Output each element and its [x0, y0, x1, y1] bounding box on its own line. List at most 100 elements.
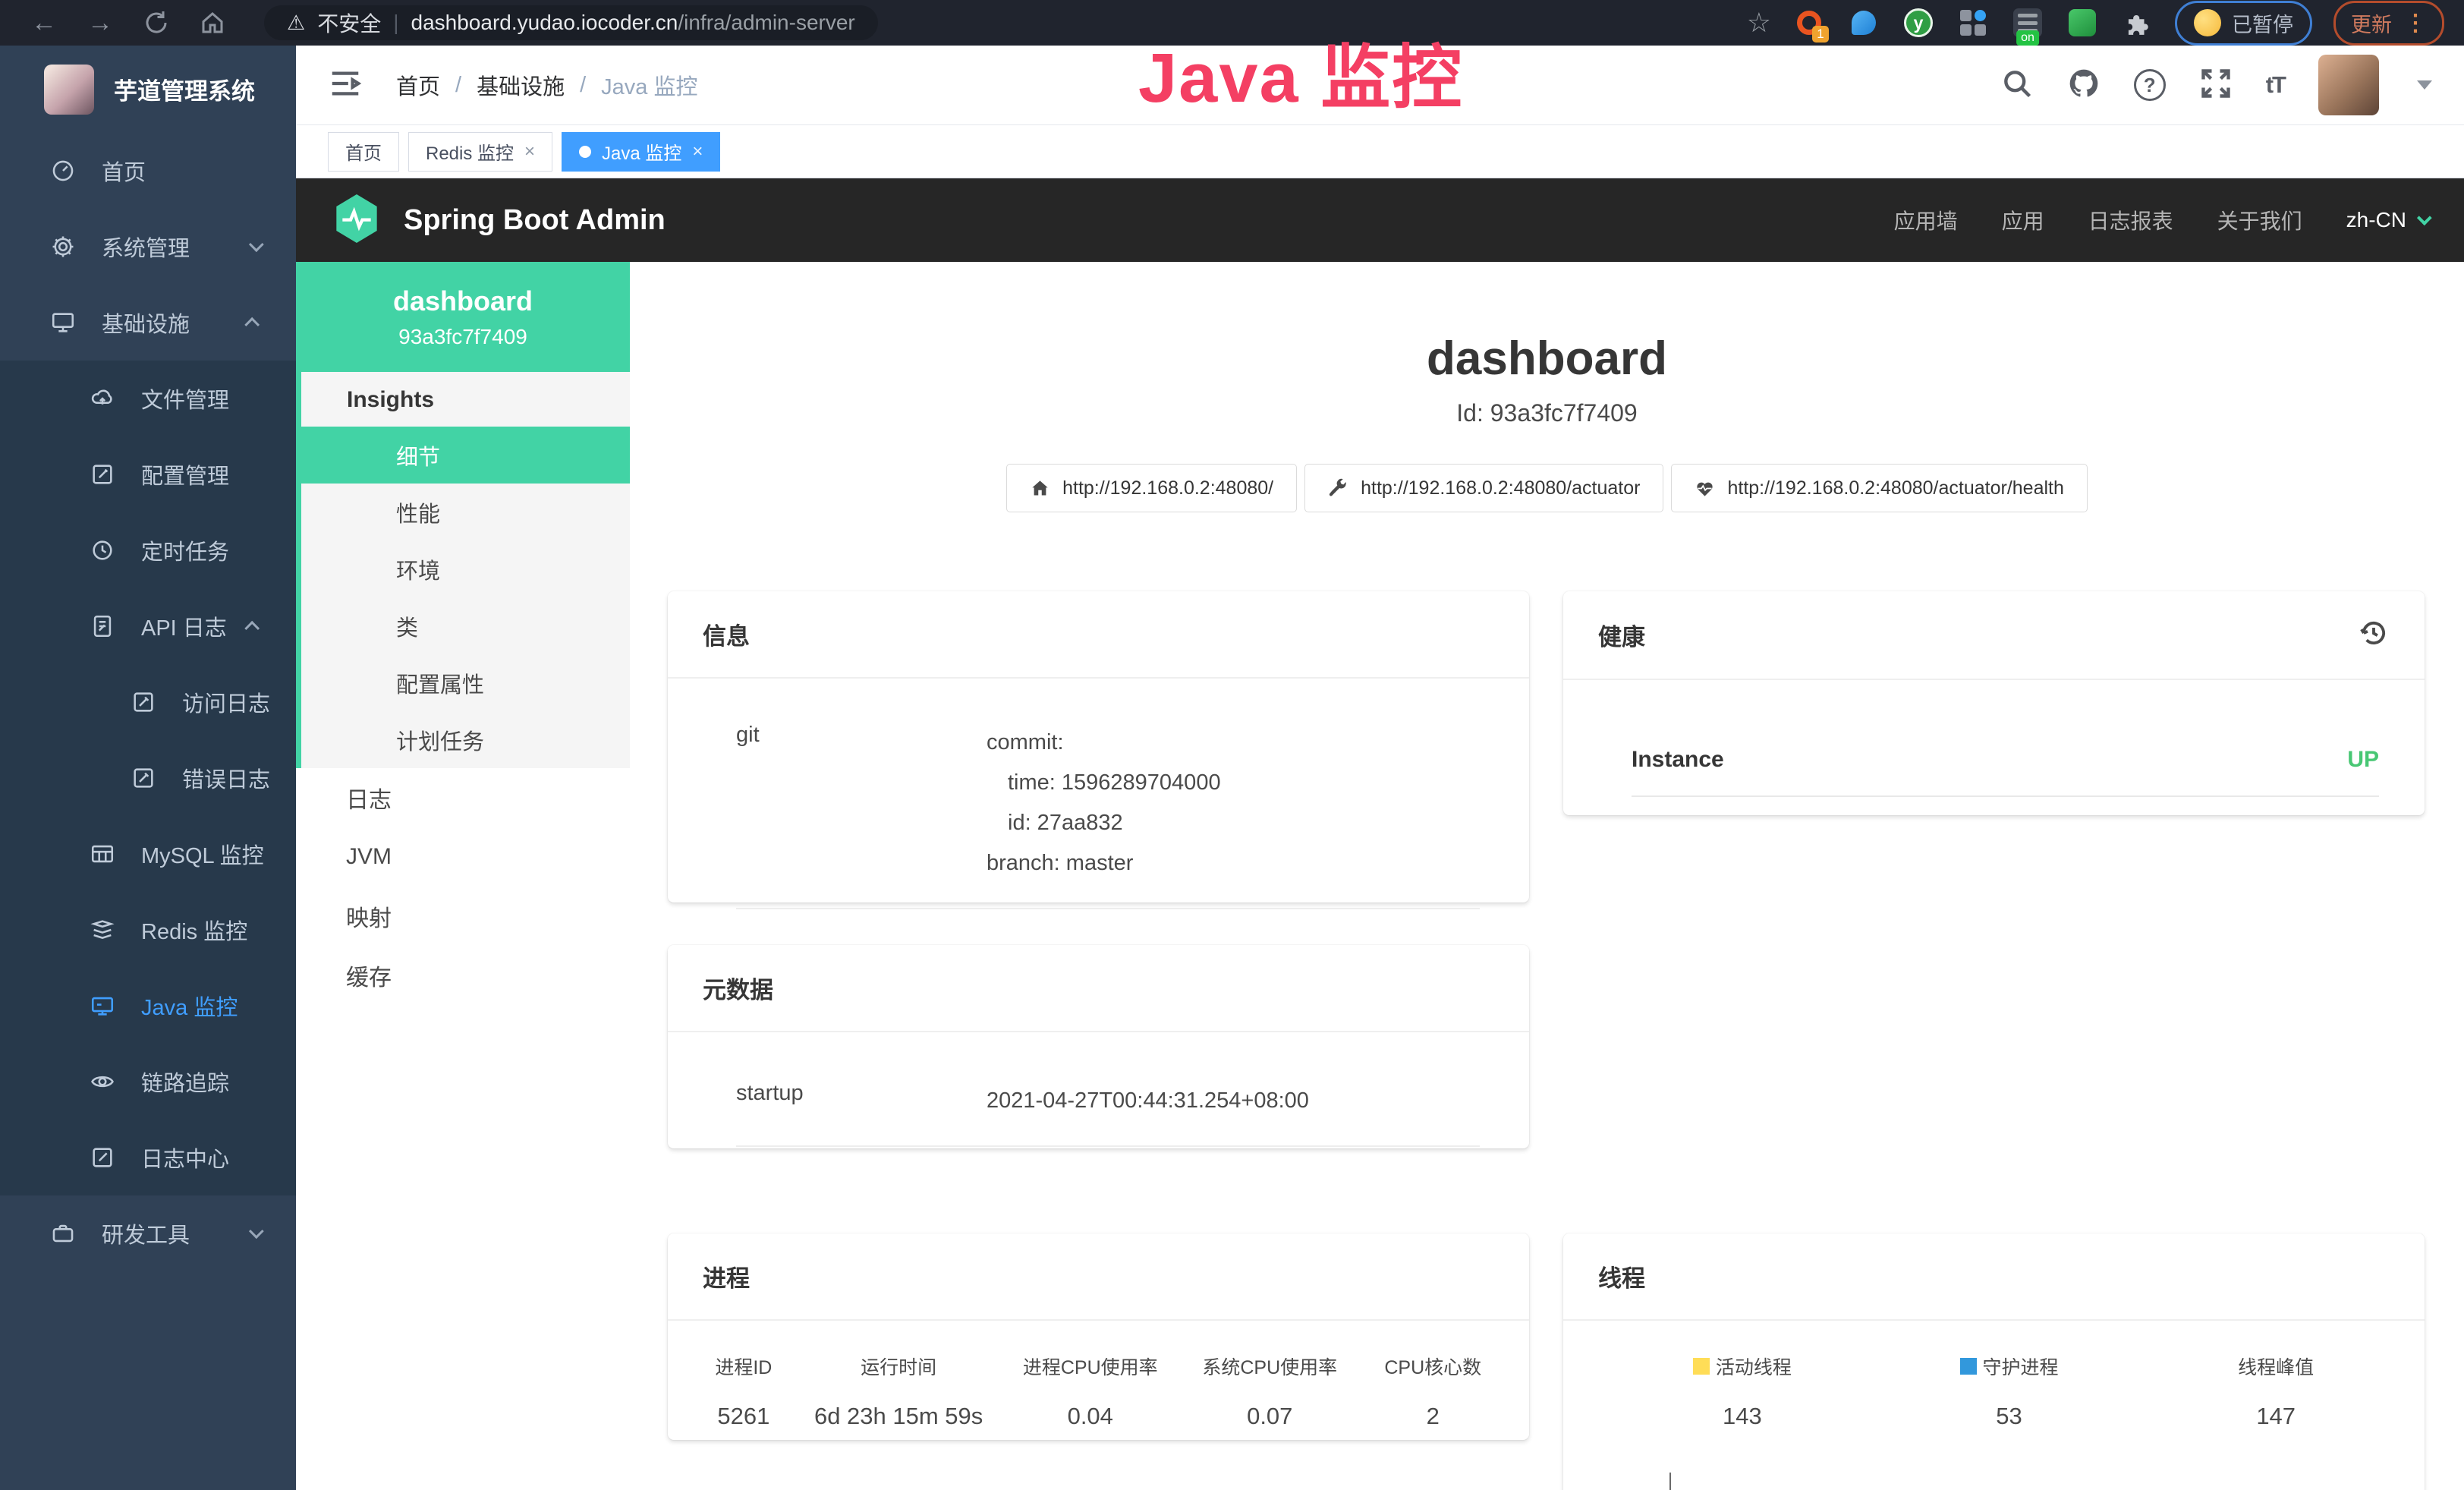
security-label[interactable]: 不安全	[317, 8, 381, 38]
eye-icon	[90, 1069, 115, 1095]
live-threads-legend-icon	[1693, 1358, 1710, 1375]
extension-ubuntu-icon[interactable]: 1	[1792, 6, 1826, 39]
paused-chip[interactable]: 已暂停	[2175, 1, 2312, 46]
info-row-label: git	[736, 723, 987, 884]
service-url-button[interactable]: http://192.168.0.2:48080/	[1006, 464, 1297, 512]
font-size-icon[interactable]: tT	[2266, 71, 2285, 99]
back-icon[interactable]: ←	[20, 8, 68, 38]
tab-home[interactable]: 首页	[328, 132, 399, 172]
url-path[interactable]: /infra/admin-server	[678, 11, 854, 34]
extension-leaf-icon[interactable]	[2066, 6, 2099, 39]
sba-item-jvm[interactable]: JVM	[296, 827, 630, 887]
sidebar-item-log-center[interactable]: 日志中心	[0, 1120, 296, 1195]
extension-switch-icon[interactable]: on	[2011, 6, 2044, 39]
on-badge: on	[2016, 30, 2039, 46]
sidebar-item-redis-monitor[interactable]: Redis 监控	[0, 892, 296, 968]
sba-instance-header[interactable]: dashboard 93a3fc7f7409	[296, 262, 630, 372]
avatar-caret-icon[interactable]	[2417, 80, 2432, 90]
sidebar-item-scheduled-jobs[interactable]: 定时任务	[0, 512, 296, 588]
sba-link-wallboard[interactable]: 应用墙	[1894, 205, 1958, 235]
forward-icon[interactable]: →	[76, 8, 124, 38]
sba-item-scheduled-tasks[interactable]: 计划任务	[301, 711, 630, 768]
sidebar-item-home[interactable]: 首页	[0, 133, 296, 209]
sidebar-item-dev-tools[interactable]: 研发工具	[0, 1195, 296, 1271]
sba-app-id: 93a3fc7f7409	[398, 325, 527, 349]
app-logo-row[interactable]: 芋道管理系统	[0, 46, 296, 133]
health-instance-row[interactable]: Instance UP	[1632, 747, 2379, 797]
sba-navbar: Spring Boot Admin 应用墙 应用 日志报表 关于我们 zh-CN	[296, 178, 2464, 262]
browser-menu-icon[interactable]: ⋮	[2404, 10, 2427, 36]
sidebar-item-infra[interactable]: 基础设施	[0, 285, 296, 361]
github-icon[interactable]	[2067, 67, 2101, 104]
extension-grid-icon[interactable]	[1956, 6, 1990, 39]
infra-submenu: 文件管理 配置管理 定时任务 API 日志	[0, 361, 296, 1195]
live-threads-stat: 活动线程 143	[1609, 1353, 1876, 1430]
sba-item-environment[interactable]: 环境	[301, 540, 630, 597]
sba-item-details[interactable]: 细节	[301, 427, 630, 484]
sba-item-metrics[interactable]: 性能	[301, 484, 630, 540]
sba-link-about[interactable]: 关于我们	[2217, 205, 2302, 235]
edit-icon	[90, 461, 115, 487]
metadata-row-label: startup	[736, 1081, 987, 1121]
reload-icon[interactable]	[143, 9, 170, 36]
sba-language-select[interactable]: zh-CN	[2346, 208, 2428, 232]
process-pid-value: 5261	[691, 1403, 797, 1430]
sba-item-config-props[interactable]: 配置属性	[301, 654, 630, 711]
breadcrumb-home[interactable]: 首页	[396, 69, 440, 101]
health-card-title: 健康	[1598, 618, 1645, 652]
sidebar-item-mysql-monitor[interactable]: MySQL 监控	[0, 816, 296, 892]
hamburger-icon[interactable]	[328, 66, 363, 105]
tab-redis-monitor[interactable]: Redis 监控×	[408, 132, 552, 172]
address-bar[interactable]: ⚠ 不安全 | dashboard.yudao.iocoder.cn/infra…	[264, 5, 878, 40]
actuator-url-button[interactable]: http://192.168.0.2:48080/actuator	[1304, 464, 1663, 512]
update-button[interactable]: 更新⋮	[2333, 1, 2444, 46]
live-threads-value: 143	[1609, 1403, 1876, 1430]
access-log-icon	[131, 689, 156, 715]
dashboard-icon	[50, 158, 76, 184]
history-icon[interactable]	[2358, 617, 2390, 653]
sidebar-item-api-log[interactable]: API 日志	[0, 588, 296, 664]
breadcrumb-infra[interactable]: 基础设施	[477, 69, 565, 101]
sidebar-item-label: Java 监控	[141, 990, 238, 1022]
extension-pin-icon[interactable]	[1847, 6, 1880, 39]
sba-link-journal[interactable]: 日志报表	[2088, 205, 2173, 235]
sidebar-item-config-manage[interactable]: 配置管理	[0, 436, 296, 512]
info-card: 信息 git commit: time: 1596289704000 id: 2…	[668, 591, 1529, 903]
sba-brand-title[interactable]: Spring Boot Admin	[404, 204, 666, 237]
url-host[interactable]: dashboard.yudao.iocoder.cn	[411, 11, 678, 34]
sidebar-item-system[interactable]: 系统管理	[0, 209, 296, 285]
fullscreen-icon[interactable]	[2199, 67, 2233, 104]
close-icon[interactable]: ×	[524, 141, 535, 162]
cloud-upload-icon	[90, 386, 115, 411]
sba-link-applications[interactable]: 应用	[2002, 205, 2044, 235]
search-icon[interactable]	[2000, 67, 2034, 104]
daemon-threads-stat: 守护进程 53	[1876, 1353, 2143, 1430]
close-icon[interactable]: ×	[692, 141, 703, 162]
url-divider: |	[393, 11, 398, 35]
sidebar-item-label: 日志中心	[141, 1142, 229, 1173]
user-avatar[interactable]	[2318, 55, 2379, 115]
bookmark-star-icon[interactable]: ☆	[1747, 7, 1771, 39]
threads-card-title: 线程	[1598, 1259, 1645, 1293]
extensions-puzzle-icon[interactable]	[2120, 6, 2154, 39]
home-icon	[1030, 478, 1050, 499]
sidebar-item-tracing[interactable]: 链路追踪	[0, 1044, 296, 1120]
home-nav-icon[interactable]	[199, 9, 226, 36]
help-icon[interactable]: ?	[2134, 69, 2166, 101]
extension-y-icon[interactable]: y	[1902, 6, 1935, 39]
sba-item-caches[interactable]: 缓存	[296, 946, 630, 1005]
sidebar-item-java-monitor[interactable]: Java 监控	[0, 968, 296, 1044]
sidebar-item-error-log[interactable]: 错误日志	[0, 740, 296, 816]
sidebar-item-file-manage[interactable]: 文件管理	[0, 361, 296, 436]
tab-java-monitor[interactable]: Java 监控×	[562, 132, 720, 172]
chevron-down-icon	[249, 237, 264, 252]
sba-item-mappings[interactable]: 映射	[296, 887, 630, 946]
sba-item-logs[interactable]: 日志	[296, 768, 630, 827]
health-url-button[interactable]: http://192.168.0.2:48080/actuator/health	[1671, 464, 2087, 512]
sidebar-item-access-log[interactable]: 访问日志	[0, 664, 296, 740]
sba-item-classes[interactable]: 类	[301, 597, 630, 654]
process-card: 进程 进程ID5261 运行时间6d 23h 15m 59s 进程CPU使用率0…	[668, 1233, 1529, 1440]
sidebar-item-label: 首页	[102, 155, 146, 187]
sba-logo-icon[interactable]	[332, 192, 381, 249]
sba-group-label: Insights	[301, 372, 630, 427]
